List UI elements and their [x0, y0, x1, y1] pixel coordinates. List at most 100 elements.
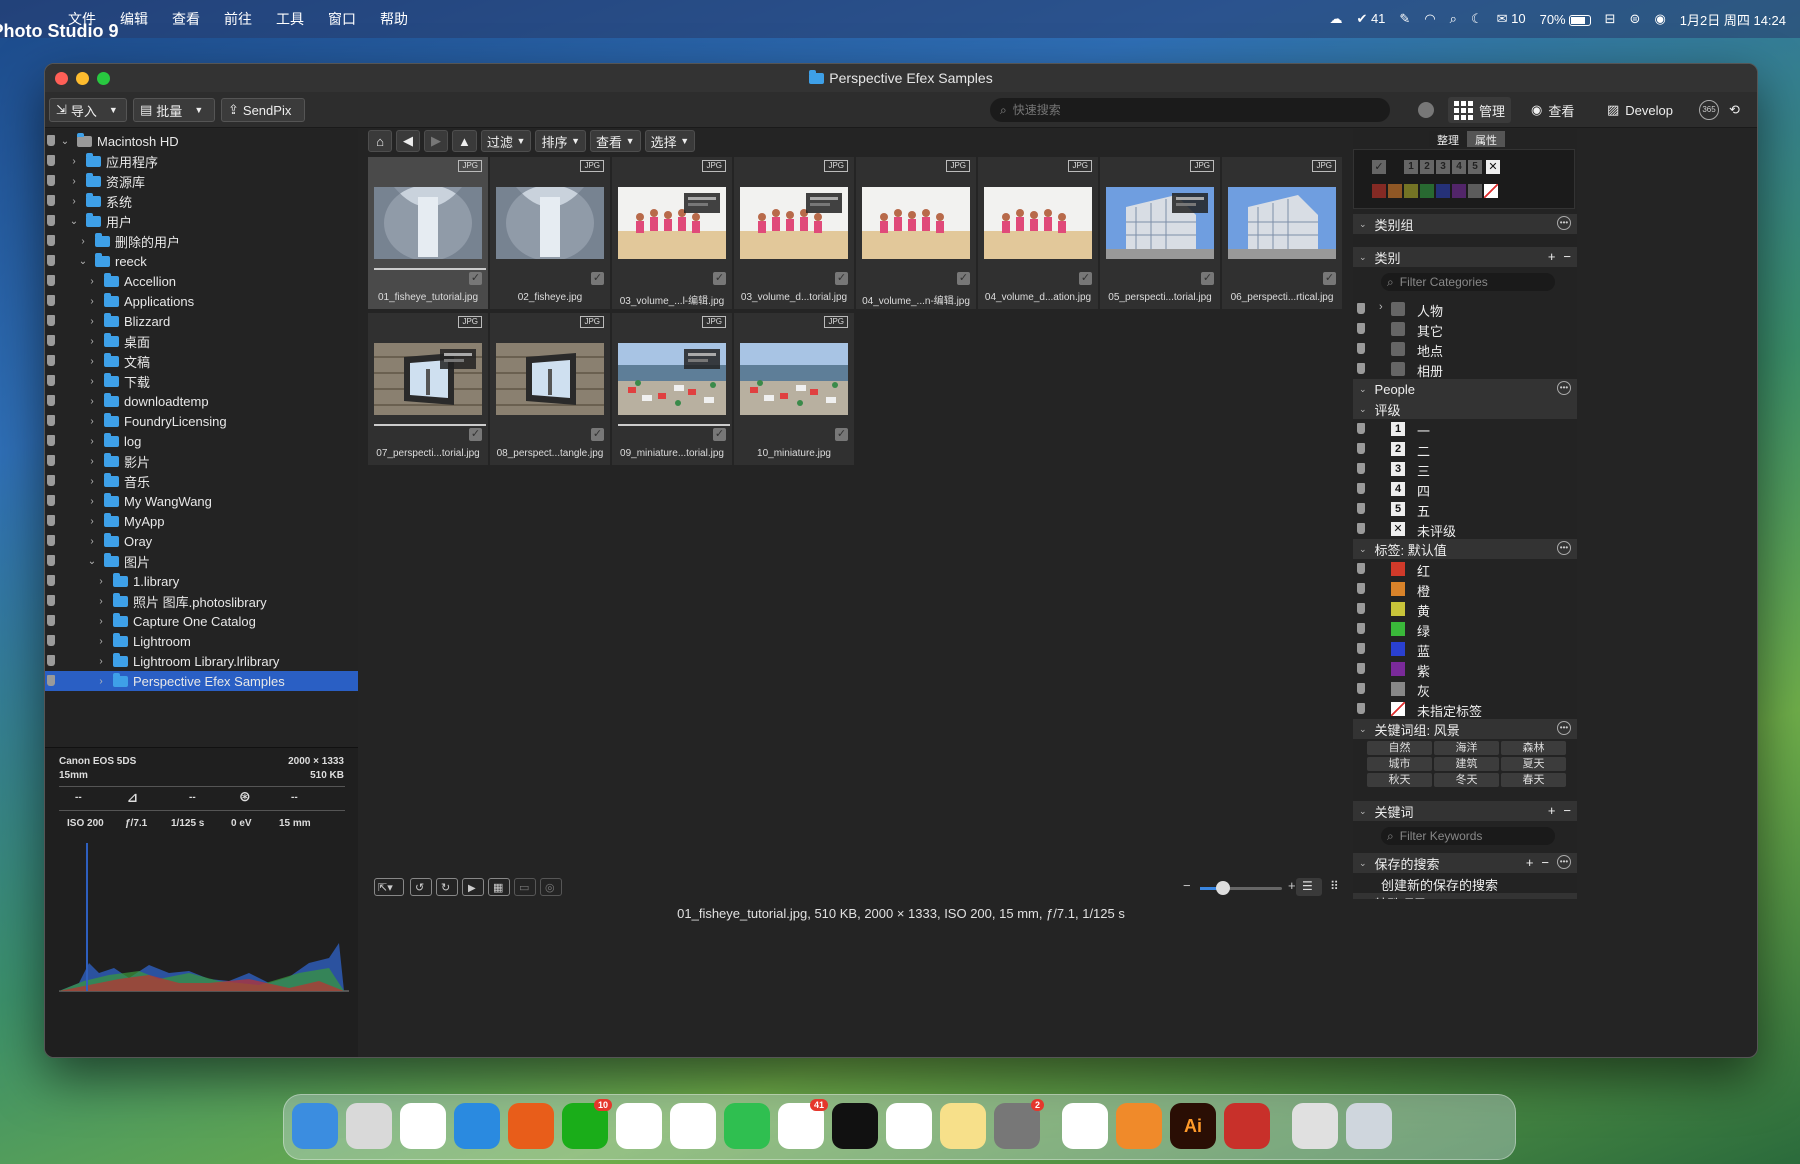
pin-icon[interactable]: [47, 415, 55, 426]
thumbnail[interactable]: JPG ✓ 08_perspect...tangle.jpg: [490, 313, 610, 465]
pin-icon[interactable]: [1357, 463, 1365, 474]
list-item[interactable]: 3三: [1353, 459, 1577, 479]
chevron-right-icon[interactable]: ›: [86, 536, 98, 547]
pin-icon[interactable]: [47, 315, 55, 326]
dock-capcut-icon[interactable]: [832, 1103, 878, 1149]
list-item[interactable]: 灰: [1353, 679, 1577, 699]
quick-search-input[interactable]: [1012, 103, 1343, 117]
chevron-right-icon[interactable]: ›: [68, 156, 80, 167]
tree-item[interactable]: ⌄ reeck: [45, 251, 358, 271]
pin-icon[interactable]: [47, 235, 55, 246]
tag-checkbox[interactable]: ✓: [469, 428, 482, 441]
sort-menu[interactable]: 排序 ▼: [535, 130, 586, 152]
tree-item[interactable]: › 音乐: [45, 471, 358, 491]
chevron-right-icon[interactable]: ›: [95, 616, 107, 627]
tag-checkbox[interactable]: ✓: [1079, 272, 1092, 285]
pin-icon[interactable]: [1357, 503, 1365, 514]
menu-item-4[interactable]: 工具: [264, 9, 316, 29]
tab-properties[interactable]: 属性: [1467, 131, 1505, 147]
add-icon[interactable]: +: [1526, 855, 1534, 870]
pin-icon[interactable]: [47, 455, 55, 466]
pin-icon[interactable]: [1357, 623, 1365, 634]
dock-chrome-icon[interactable]: [400, 1103, 446, 1149]
tree-item[interactable]: › MyApp: [45, 511, 358, 531]
list-item[interactable]: 黄: [1353, 599, 1577, 619]
thumbnail-image[interactable]: [496, 343, 604, 415]
item-box[interactable]: 4: [1391, 482, 1405, 496]
item-box[interactable]: [1391, 562, 1405, 576]
chevron-down-icon[interactable]: ⌄: [1359, 898, 1367, 900]
pin-icon[interactable]: [47, 495, 55, 506]
thumbnail[interactable]: JPG ✓ 05_perspecti...torial.jpg: [1100, 157, 1220, 309]
labels-section[interactable]: ⌄ 标签: 默认值 •••: [1353, 539, 1577, 559]
chevron-right-icon[interactable]: ›: [86, 476, 98, 487]
view-mode-button[interactable]: ◉ 查看: [1525, 97, 1580, 123]
view-menu[interactable]: 查看 ▼: [590, 130, 641, 152]
create-saved-search-item[interactable]: 创建新的保存的搜索: [1381, 875, 1498, 894]
pin-icon[interactable]: [1357, 603, 1365, 614]
tree-item[interactable]: › My WangWang: [45, 491, 358, 511]
tag-checkbox[interactable]: ✓: [1372, 160, 1386, 174]
color-label-swatch[interactable]: [1420, 184, 1434, 198]
item-box[interactable]: [1391, 702, 1405, 716]
pin-icon[interactable]: [1357, 443, 1365, 454]
list-item[interactable]: 红: [1353, 559, 1577, 579]
list-item[interactable]: 相册: [1353, 359, 1577, 379]
list-item[interactable]: 蓝: [1353, 639, 1577, 659]
pin-icon[interactable]: [1357, 563, 1365, 574]
clear-label-button[interactable]: [1484, 184, 1498, 198]
tree-item[interactable]: ⌄ 图片: [45, 551, 358, 571]
chevron-down-icon[interactable]: ⌄: [1359, 252, 1367, 263]
list-item[interactable]: 橙: [1353, 579, 1577, 599]
tag-checkbox[interactable]: ✓: [835, 272, 848, 285]
thumbnail-image[interactable]: [1106, 187, 1214, 259]
dock-trash-icon[interactable]: [1346, 1103, 1392, 1149]
thumbnail-image[interactable]: [618, 343, 726, 415]
tree-item[interactable]: ⌄ Macintosh HD: [45, 131, 358, 151]
tree-item[interactable]: › log: [45, 431, 358, 451]
keyword-chip[interactable]: 冬天: [1434, 773, 1499, 787]
tag-checkbox[interactable]: ✓: [591, 428, 604, 441]
compare-button[interactable]: ▦: [488, 878, 510, 896]
pin-icon[interactable]: [47, 255, 55, 266]
wechat-status-icon[interactable]: ✉ 10: [1497, 11, 1526, 27]
pin-icon[interactable]: [1357, 423, 1365, 434]
thumbnail-image[interactable]: [1228, 187, 1336, 259]
dock-settings-icon[interactable]: 2: [994, 1099, 1044, 1149]
zoom-out-icon[interactable]: −: [1183, 878, 1191, 893]
dock-firefox-icon[interactable]: [508, 1103, 554, 1149]
chevron-right-icon[interactable]: ›: [95, 656, 107, 667]
list-item[interactable]: 绿: [1353, 619, 1577, 639]
quick-search[interactable]: ⌕: [990, 98, 1390, 122]
tree-item[interactable]: › 照片 图库.photoslibrary: [45, 591, 358, 611]
thumbnail[interactable]: JPG ✓ 04_volume_d...ation.jpg: [978, 157, 1098, 309]
tree-item[interactable]: › 应用程序: [45, 151, 358, 171]
more-options-icon[interactable]: •••: [1557, 381, 1571, 395]
pin-icon[interactable]: [47, 435, 55, 446]
categories-section[interactable]: ⌄ 类别 + −: [1353, 247, 1577, 267]
pin-icon[interactable]: [47, 335, 55, 346]
chevron-down-icon[interactable]: ⌄: [1359, 806, 1367, 817]
item-box[interactable]: [1391, 342, 1405, 356]
chevron-right-icon[interactable]: ›: [86, 356, 98, 367]
tree-item[interactable]: › Lightroom: [45, 631, 358, 651]
pin-icon[interactable]: [47, 295, 55, 306]
thumbnail[interactable]: JPG ✓ 01_fisheye_tutorial.jpg: [368, 157, 488, 309]
tag-checkbox[interactable]: ✓: [591, 272, 604, 285]
thumbnail[interactable]: JPG ✓ 07_perspecti...torial.jpg: [368, 313, 488, 465]
chevron-right-icon[interactable]: ›: [86, 296, 98, 307]
tree-item[interactable]: › Lightroom Library.lrlibrary: [45, 651, 358, 671]
import-button[interactable]: ⇲ 导入 ▼: [49, 98, 127, 122]
list-item[interactable]: 5五: [1353, 499, 1577, 519]
dock-illustrator-icon[interactable]: Ai: [1170, 1103, 1216, 1149]
menu-item-6[interactable]: 帮助: [368, 9, 420, 29]
dock-mail-icon[interactable]: 41: [778, 1099, 828, 1149]
sendpix-button[interactable]: ⇪ SendPix: [221, 98, 305, 122]
item-box[interactable]: [1391, 582, 1405, 596]
up-button[interactable]: ▲: [452, 130, 477, 152]
tree-item[interactable]: › 资源库: [45, 171, 358, 191]
tag-checkbox[interactable]: ✓: [957, 272, 970, 285]
tree-item[interactable]: › 1.library: [45, 571, 358, 591]
dock-dingtalk-icon[interactable]: [886, 1103, 932, 1149]
chevron-right-icon[interactable]: ›: [1379, 301, 1383, 313]
